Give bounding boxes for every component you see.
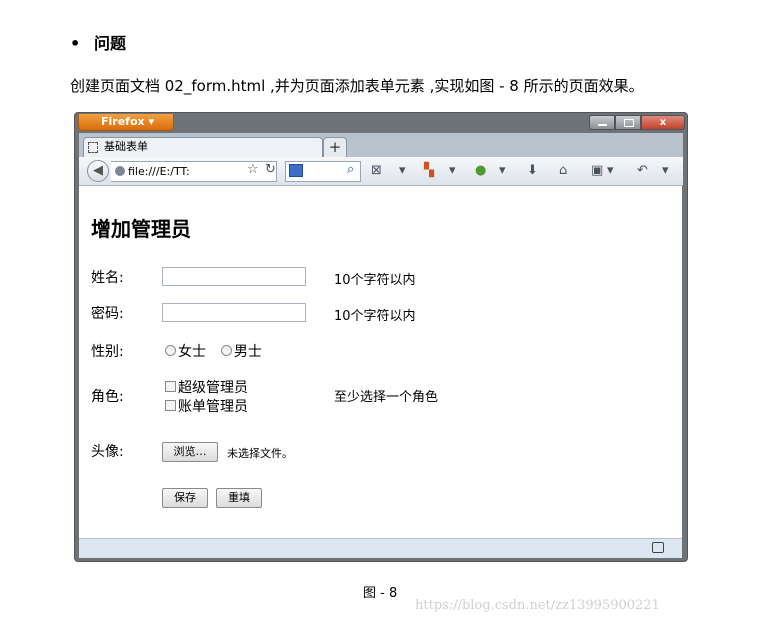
addon-icon[interactable]: ▚	[424, 164, 434, 178]
password-label: 密码:	[91, 306, 124, 322]
name-input[interactable]	[162, 267, 306, 286]
question-heading: • 问题	[70, 30, 126, 54]
reload-icon[interactable]: ↻	[265, 163, 276, 177]
status-bar	[79, 538, 682, 558]
close-button[interactable]: x	[641, 115, 685, 130]
super-admin-label: 超级管理员	[178, 380, 248, 396]
browser-window: Firefox ▾ x 基础表单 + ◀ file:///E:/TT: ☆ ↻ …	[74, 112, 688, 562]
browse-button[interactable]: 浏览…	[162, 442, 218, 462]
save-button[interactable]: 保存	[162, 488, 208, 508]
status-addon-menu-icon[interactable]: ▾	[499, 164, 506, 178]
password-hint: 10个字符以内	[334, 309, 416, 324]
web-developer-menu-icon[interactable]: ▾	[399, 164, 406, 178]
male-label: 男士	[233, 344, 262, 360]
tab-strip: 基础表单 +	[79, 133, 683, 157]
download-icon[interactable]: ⬇	[527, 164, 538, 178]
gender-label: 性别:	[91, 344, 124, 360]
tab-basic-form[interactable]: 基础表单	[83, 137, 323, 157]
maximize-button[interactable]	[615, 115, 641, 130]
file-status: 未选择文件。	[227, 447, 293, 460]
name-hint: 10个字符以内	[334, 273, 416, 288]
role-label: 角色:	[91, 389, 124, 405]
bookmark-star-icon[interactable]: ☆	[247, 163, 259, 177]
task-description: 创建页面文档 02_form.html ,并为页面添加表单元素 ,实现如图 - …	[70, 77, 644, 95]
navigation-toolbar: ◀ file:///E:/TT: ☆ ↻ ⌕ ⊠ ▾ ▚ ▾ ● ▾ ⬇ ⌂ ▣…	[79, 157, 683, 186]
share-icon[interactable]	[652, 542, 664, 553]
super-admin-checkbox[interactable]	[165, 381, 176, 392]
search-engine-icon[interactable]	[289, 164, 303, 177]
role-super-option: 超级管理员	[165, 377, 248, 397]
page-title: 增加管理员	[91, 217, 191, 241]
addon-menu-icon[interactable]: ▾	[449, 164, 456, 178]
password-input[interactable]	[162, 303, 306, 322]
home-icon[interactable]: ⌂	[559, 164, 567, 178]
gender-radio-group: 女士 男士	[165, 341, 262, 361]
back-history-icon[interactable]: ↶	[637, 164, 648, 178]
watermark: https://blog.csdn.net/zz13995900221	[415, 598, 660, 613]
heading-text: 问题	[94, 34, 127, 53]
avatar-label: 头像:	[91, 444, 124, 460]
window-titlebar: Firefox ▾ x	[75, 113, 687, 131]
page-icon	[88, 142, 98, 153]
new-tab-button[interactable]: +	[323, 137, 347, 157]
billing-admin-label: 账单管理员	[178, 399, 248, 415]
role-hint: 至少选择一个角色	[334, 390, 439, 405]
back-button[interactable]: ◀	[87, 160, 109, 182]
male-radio[interactable]	[220, 345, 232, 356]
firefox-menu-button[interactable]: Firefox ▾	[78, 114, 174, 131]
web-developer-icon[interactable]: ⊠	[371, 164, 382, 178]
page-content: 增加管理员 姓名: 10个字符以内 密码: 10个字符以内 性别: 女士 男士 …	[79, 186, 682, 538]
female-radio[interactable]	[165, 345, 176, 356]
name-label: 姓名:	[91, 270, 124, 286]
tab-label: 基础表单	[104, 140, 148, 153]
figure-caption: 图 - 8	[363, 586, 398, 601]
overflow-menu-icon[interactable]: ▾	[662, 164, 669, 178]
bookmarks-dropdown-icon[interactable]: ▾	[607, 164, 614, 178]
bookmarks-menu-icon[interactable]: ▣	[591, 164, 603, 178]
minimize-button[interactable]	[589, 115, 615, 130]
female-label: 女士	[178, 344, 206, 360]
url-text: file:///E:/TT:	[128, 165, 190, 178]
bullet-marker: •	[70, 34, 81, 53]
globe-icon	[115, 166, 125, 176]
billing-admin-checkbox[interactable]	[165, 400, 176, 411]
status-addon-icon[interactable]: ●	[475, 164, 486, 178]
search-icon[interactable]: ⌕	[347, 163, 354, 177]
role-billing-option: 账单管理员	[165, 396, 248, 416]
reset-button[interactable]: 重填	[216, 488, 262, 508]
